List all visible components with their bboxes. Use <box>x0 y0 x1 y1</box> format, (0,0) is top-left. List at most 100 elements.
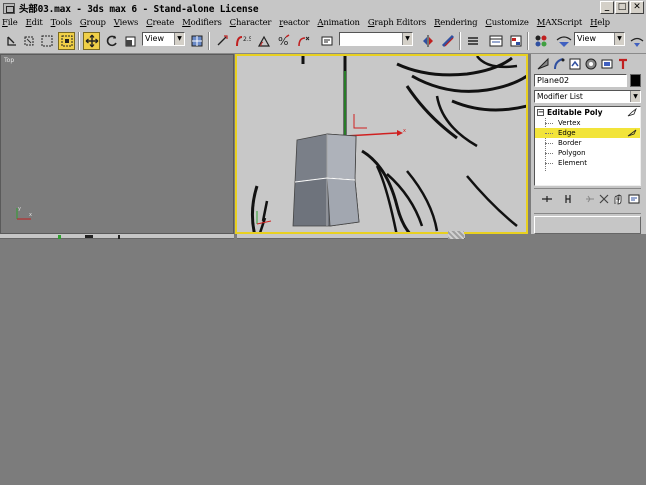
chevron-down-icon: ▼ <box>174 33 184 45</box>
main-toolbar: View ▼ 2.5 % ▼ View ▼ <box>0 29 646 54</box>
svg-text:2.5: 2.5 <box>243 36 251 43</box>
edit-pin-icon <box>627 129 637 137</box>
menu-customize[interactable]: Customize <box>485 18 529 28</box>
utilities-tab-icon[interactable] <box>614 55 631 73</box>
configure-sets-icon[interactable] <box>625 190 642 208</box>
svg-text:y: y <box>18 206 21 212</box>
menu-edit[interactable]: Edit <box>26 18 43 28</box>
stack-sub-border[interactable]: Border <box>535 138 640 148</box>
modifier-stack[interactable]: − Editable Poly Vertex Edge Border Polyg… <box>534 106 641 186</box>
close-button[interactable]: ✕ <box>630 1 644 14</box>
pin-stack-button-icon[interactable] <box>538 190 555 208</box>
object-name-field[interactable]: Plane02 <box>534 74 627 87</box>
menu-tools[interactable]: Tools <box>51 18 73 28</box>
object-color-swatch[interactable] <box>630 74 641 87</box>
create-tab-icon[interactable] <box>534 55 551 73</box>
maximize-button[interactable]: □ <box>615 1 629 14</box>
menu-views[interactable]: Views <box>114 18 139 28</box>
app-icon[interactable] <box>3 2 15 14</box>
menu-character[interactable]: Character <box>230 18 272 28</box>
align-icon[interactable] <box>439 32 456 50</box>
lower-viewport-area <box>0 231 646 485</box>
named-selection-dropdown[interactable]: ▼ <box>339 32 413 46</box>
render-view-value: View <box>577 34 596 43</box>
menu-group[interactable]: Group <box>80 18 106 28</box>
undo-icon[interactable] <box>3 32 20 50</box>
modifier-list-label: Modifier List <box>537 92 583 101</box>
percent-snap-icon[interactable]: % <box>275 32 292 50</box>
snap-toggle-icon[interactable]: 2.5 <box>234 32 251 50</box>
ref-coord-dropdown[interactable]: View ▼ <box>142 32 185 46</box>
stack-root-item[interactable]: − Editable Poly <box>537 108 602 117</box>
toolbar-separator <box>459 32 461 50</box>
toolbar-separator <box>78 32 80 50</box>
chevron-down-icon: ▼ <box>614 33 624 45</box>
divider <box>534 213 641 214</box>
stack-sub-element[interactable]: Element <box>535 158 640 168</box>
menu-rendering[interactable]: Rendering <box>434 18 477 28</box>
axis-marker <box>118 235 120 239</box>
motion-tab-icon[interactable] <box>582 55 599 73</box>
show-end-result-icon[interactable] <box>559 190 576 208</box>
object-name-value: Plane02 <box>537 76 570 85</box>
stack-root-label: Editable Poly <box>547 108 603 117</box>
minus-icon[interactable]: − <box>537 109 544 116</box>
viewport-perspective[interactable]: x <box>235 54 528 234</box>
menu-bar: File Edit Tools Group Views Create Modif… <box>0 16 646 29</box>
divider <box>534 188 641 189</box>
resize-grip[interactable] <box>448 231 464 239</box>
menu-reactor[interactable]: reactor <box>279 18 309 28</box>
select-region-icon[interactable] <box>38 32 55 50</box>
viewport-scene: x <box>250 56 526 232</box>
svg-text:x: x <box>403 128 406 134</box>
menu-graph-editors[interactable]: Graph Editors <box>368 18 426 28</box>
stack-sub-polygon[interactable]: Polygon <box>535 148 640 158</box>
menu-animation[interactable]: Animation <box>317 18 360 28</box>
selection-rollout[interactable] <box>534 216 641 234</box>
select-object-icon[interactable] <box>58 32 75 50</box>
mirror-icon[interactable] <box>419 32 436 50</box>
render-view-dropdown[interactable]: View ▼ <box>574 32 625 46</box>
tree-connector <box>545 133 553 134</box>
axis-marker <box>85 235 93 238</box>
menu-modifiers[interactable]: Modifiers <box>182 18 222 28</box>
stack-sub-vertex[interactable]: Vertex <box>535 118 640 128</box>
chevron-down-icon: ▼ <box>630 91 640 102</box>
scale-icon[interactable] <box>122 32 139 50</box>
menu-create[interactable]: Create <box>146 18 174 28</box>
axis-tripod-icon: x y <box>16 206 32 220</box>
viewport-label[interactable]: Top <box>4 57 14 64</box>
select-link-icon[interactable] <box>20 32 37 50</box>
quick-render-icon[interactable] <box>628 32 645 50</box>
layer-manager-icon[interactable] <box>464 32 481 50</box>
pivot-center-icon[interactable] <box>188 32 205 50</box>
move-icon[interactable] <box>83 32 100 50</box>
viewport-top[interactable]: Top x y <box>0 54 234 234</box>
axis-marker <box>58 235 61 239</box>
select-manipulate-icon[interactable] <box>213 32 230 50</box>
rotate-icon[interactable] <box>103 32 120 50</box>
hand-icon[interactable] <box>609 190 626 208</box>
material-editor-icon[interactable] <box>532 32 549 50</box>
minimize-button[interactable]: _ <box>600 1 614 14</box>
chevron-down-icon: ▼ <box>402 33 412 45</box>
modify-tab-icon[interactable] <box>550 55 567 73</box>
viewport-header-right <box>237 234 465 239</box>
schematic-view-icon[interactable] <box>507 32 524 50</box>
toolbar-separator <box>527 32 529 50</box>
menu-help[interactable]: Help <box>590 18 610 28</box>
spinner-snap-icon[interactable] <box>295 32 312 50</box>
track-view-icon[interactable] <box>487 32 504 50</box>
pin-stack-icon[interactable] <box>627 108 637 117</box>
modifier-list-dropdown[interactable]: Modifier List ▼ <box>534 90 641 103</box>
viewport-header-left <box>0 234 234 239</box>
menu-file[interactable]: File <box>2 18 18 28</box>
hierarchy-tab-icon[interactable] <box>566 55 583 73</box>
named-selection-icon[interactable] <box>318 32 335 50</box>
stack-sub-edge-label: Edge <box>558 129 576 137</box>
ref-coord-value: View <box>145 34 164 43</box>
render-scene-icon[interactable] <box>555 32 572 50</box>
display-tab-icon[interactable] <box>598 55 615 73</box>
angle-snap-icon[interactable] <box>255 32 272 50</box>
menu-maxscript[interactable]: MAXScript <box>537 18 583 28</box>
